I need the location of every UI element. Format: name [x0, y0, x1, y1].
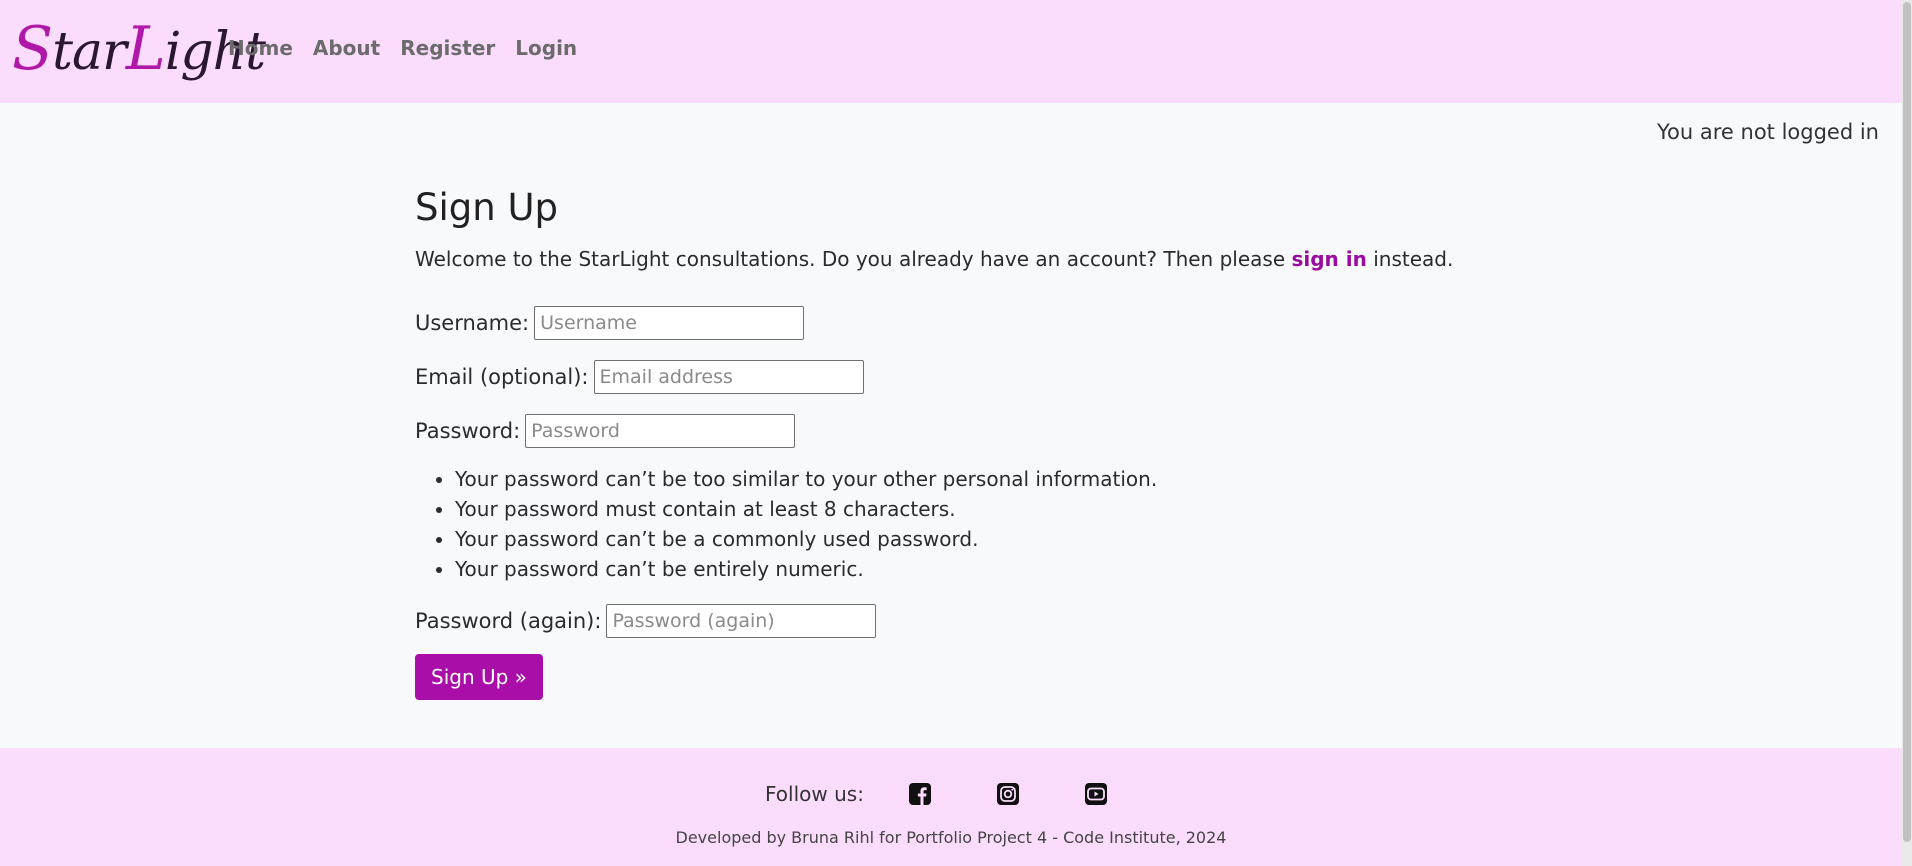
password-row: Password:: [415, 414, 1515, 448]
follow-label: Follow us:: [765, 782, 864, 806]
password-help-item: Your password can’t be a commonly used p…: [455, 524, 1515, 554]
password-again-label: Password (again):: [415, 609, 602, 633]
username-input[interactable]: [534, 306, 805, 340]
logo-letter-l: L: [125, 14, 166, 84]
signup-form: Username: Email (optional): Password: Yo…: [415, 306, 1515, 700]
signup-section: Sign Up Welcome to the StarLight consult…: [415, 180, 1515, 700]
password-input[interactable]: [525, 414, 796, 448]
page-scrollbar[interactable]: [1902, 0, 1912, 866]
facebook-icon[interactable]: [908, 782, 932, 806]
password-help-item: Your password can’t be entirely numeric.: [455, 554, 1515, 584]
scrollbar-thumb[interactable]: [1903, 2, 1911, 842]
password-again-row: Password (again):: [415, 604, 1515, 638]
email-input[interactable]: [593, 360, 864, 394]
youtube-icon[interactable]: [1084, 782, 1108, 806]
sign-up-button[interactable]: Sign Up »: [415, 654, 543, 700]
password-help-list: Your password can’t be too similar to yo…: [415, 464, 1515, 584]
email-label: Email (optional):: [415, 365, 589, 389]
intro-before: Welcome to the StarLight consultations. …: [415, 247, 1292, 271]
navbar: StarLight Home About Register Login: [0, 0, 1902, 103]
sign-in-link[interactable]: sign in: [1291, 247, 1366, 271]
nav-about-link[interactable]: About: [313, 36, 380, 60]
email-row: Email (optional):: [415, 360, 1515, 394]
password-again-input[interactable]: [606, 604, 877, 638]
username-label: Username:: [415, 311, 530, 335]
follow-us: Follow us:: [765, 782, 1172, 806]
password-help-item: Your password must contain at least 8 ch…: [455, 494, 1515, 524]
footer: Follow us: Developed by Bruna Rihl for P…: [0, 748, 1902, 866]
intro-text: Welcome to the StarLight consultations. …: [415, 244, 1515, 274]
password-help-item: Your password can’t be too similar to yo…: [455, 464, 1515, 494]
nav-links: Home About Register Login: [228, 36, 577, 60]
nav-home-link[interactable]: Home: [228, 36, 293, 60]
nav-login-link[interactable]: Login: [515, 36, 577, 60]
password-label: Password:: [415, 419, 521, 443]
logo-letter-s: S: [12, 14, 53, 84]
intro-after: instead.: [1366, 247, 1454, 271]
credit-text: Developed by Bruna Rihl for Portfolio Pr…: [675, 828, 1227, 847]
nav-register-link[interactable]: Register: [400, 36, 495, 60]
username-row: Username:: [415, 306, 1515, 340]
instagram-icon[interactable]: [996, 782, 1020, 806]
login-status: You are not logged in: [1657, 120, 1879, 144]
logo-text-tar: tar: [52, 22, 127, 82]
page-title: Sign Up: [415, 186, 559, 229]
